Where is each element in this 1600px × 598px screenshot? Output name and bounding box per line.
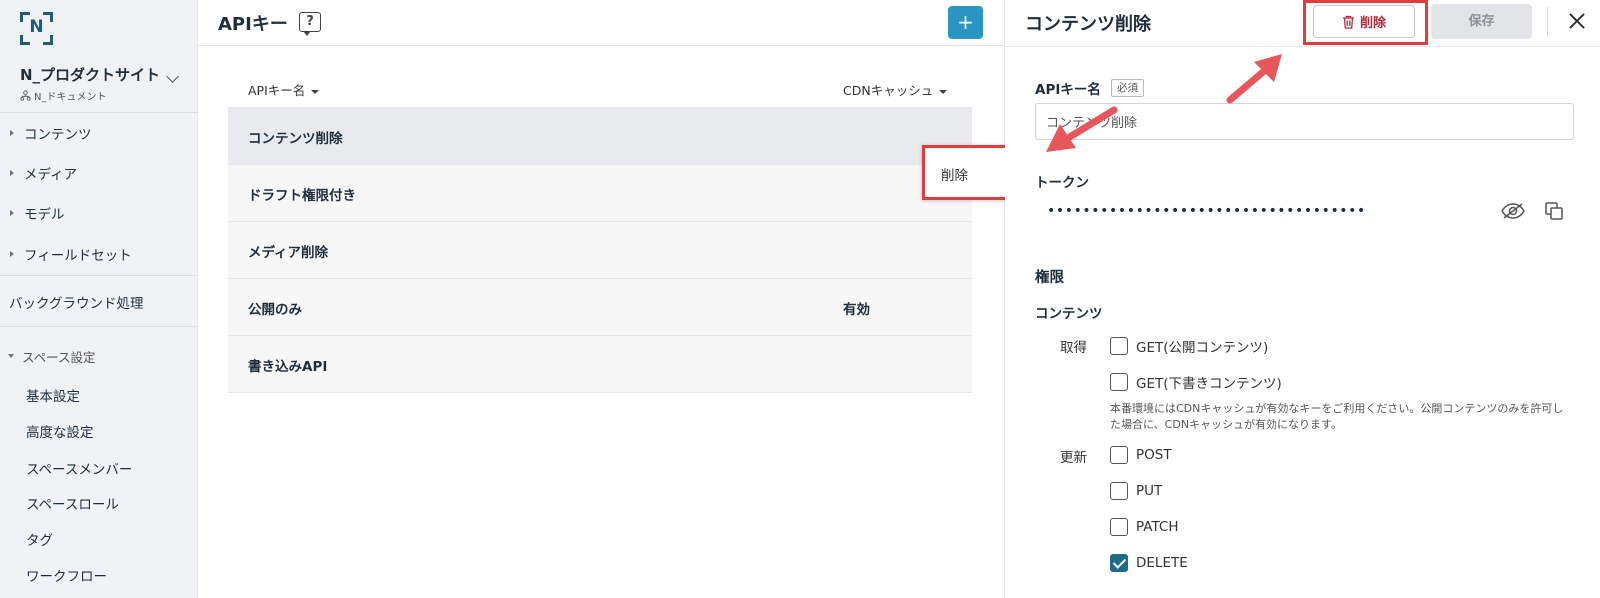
checkbox-get-draft[interactable]: GET(下書きコンテンツ)	[1110, 372, 1282, 392]
checkbox-label: PUT	[1136, 483, 1163, 499]
page-title: APIキー	[218, 14, 288, 35]
sidebar-item-content[interactable]: コンテンツ	[0, 119, 198, 147]
row-name: 公開のみ	[248, 302, 302, 318]
sidebar-subitem-advanced[interactable]: 高度な設定	[26, 421, 94, 441]
permissions-title: 権限	[1035, 270, 1064, 286]
table-row[interactable]: コンテンツ削除	[228, 108, 972, 165]
site-org: N_ドキュメント	[20, 88, 190, 103]
caret-right-icon	[10, 210, 14, 216]
column-header-label: APIキー名	[248, 83, 306, 98]
sort-down-icon	[939, 89, 948, 94]
site-name: N_プロダクトサイト	[20, 66, 161, 84]
logo-letter: N	[29, 17, 44, 37]
sidebar-item-label: コンテンツ	[24, 127, 92, 143]
sidebar-item-media[interactable]: メディア	[0, 159, 198, 187]
checkbox-label: GET(下書きコンテンツ)	[1136, 376, 1282, 392]
checkbox-delete[interactable]: DELETE	[1110, 554, 1188, 572]
checkbox-patch[interactable]: PATCH	[1110, 518, 1179, 536]
checkbox[interactable]	[1110, 373, 1128, 391]
add-api-key-button[interactable]: +	[948, 6, 983, 39]
checkbox-label: POST	[1136, 447, 1172, 463]
sidebar-subitem-tags[interactable]: タグ	[26, 529, 53, 549]
divider	[0, 326, 198, 327]
column-header-name[interactable]: APIキー名	[248, 80, 320, 99]
trash-icon	[1342, 15, 1354, 29]
sidebar-item-background-jobs[interactable]: バックグラウンド処理	[9, 292, 143, 312]
checkbox[interactable]	[1110, 337, 1128, 355]
table-row[interactable]: メディア削除	[228, 222, 972, 279]
main-header: APIキー ? +	[198, 0, 1005, 46]
context-menu-delete[interactable]: 削除	[941, 164, 968, 184]
api-key-name-label: APIキー名	[1035, 82, 1101, 98]
sidebar-item-space-settings[interactable]: スペース設定	[0, 342, 198, 370]
detail-title: コンテンツ削除	[1025, 14, 1151, 35]
row-name: 書き込みAPI	[248, 359, 328, 375]
table-row[interactable]: 公開のみ 有効	[228, 279, 972, 336]
sidebar-subitem-roles[interactable]: スペースロール	[26, 493, 119, 513]
save-button[interactable]: 保存	[1431, 4, 1532, 39]
caret-right-icon	[10, 170, 14, 176]
checkbox-label: DELETE	[1136, 555, 1188, 571]
token-value: ••••••••••••••••••••••••••••••••••••	[1047, 203, 1366, 219]
checkbox[interactable]	[1110, 482, 1128, 500]
row-name: メディア削除	[248, 245, 329, 261]
sidebar-subitem-members[interactable]: スペースメンバー	[26, 458, 132, 478]
sidebar-item-fieldset[interactable]: フィールドセット	[0, 240, 198, 268]
caret-right-icon	[10, 130, 14, 136]
sort-down-icon	[311, 89, 320, 94]
site-org-label: N_ドキュメント	[34, 92, 107, 103]
api-key-list-pane: APIキー ? + APIキー名 CDNキャッシュ コンテンツ削除 ドラフト権限…	[198, 0, 1005, 598]
column-header-cdn[interactable]: CDNキャッシュ	[843, 80, 948, 99]
divider	[0, 275, 198, 276]
divider	[1547, 7, 1548, 37]
caret-right-icon	[10, 251, 14, 257]
row-name: ドラフト権限付き	[248, 188, 356, 204]
divider	[1005, 46, 1600, 47]
content-permissions-title: コンテンツ	[1035, 306, 1103, 322]
sidebar-subitem-basic[interactable]: 基本設定	[26, 385, 80, 405]
sidebar-item-label: スペース設定	[22, 349, 96, 365]
help-icon[interactable]: ?	[299, 12, 321, 36]
sidebar-subitem-workflow[interactable]: ワークフロー	[26, 565, 107, 585]
table-row[interactable]: ドラフト権限付き	[228, 165, 972, 222]
checkbox[interactable]	[1110, 518, 1128, 536]
sidebar-item-label: フィールドセット	[24, 248, 132, 264]
sidebar: N N_プロダクトサイト N_ドキュメント コンテンツ メディア モデル フィー…	[0, 0, 198, 598]
checkbox[interactable]	[1110, 446, 1128, 464]
copy-icon[interactable]	[1544, 201, 1564, 221]
delete-button-label: 削除	[1359, 16, 1386, 31]
divider	[0, 112, 198, 113]
sidebar-item-label: モデル	[24, 207, 65, 223]
delete-button[interactable]: 削除	[1313, 5, 1415, 38]
api-key-table: コンテンツ削除 ドラフト権限付き メディア削除 公開のみ 有効 書き込みAPI	[228, 107, 972, 393]
required-badge: 必須	[1111, 79, 1144, 97]
checkbox-get-public[interactable]: GET(公開コンテンツ)	[1110, 336, 1268, 356]
checkbox-post[interactable]: POST	[1110, 446, 1172, 464]
checkbox-label: PATCH	[1136, 519, 1179, 535]
sidebar-item-label: メディア	[24, 167, 78, 183]
row-cdn: 有効	[843, 302, 870, 318]
update-category-label: 更新	[1060, 450, 1087, 466]
column-header-label: CDNキャッシュ	[843, 83, 934, 98]
logo[interactable]: N	[20, 12, 53, 45]
get-category-label: 取得	[1060, 340, 1087, 356]
api-key-name-input[interactable]	[1035, 103, 1574, 140]
checkbox-checked[interactable]	[1110, 554, 1128, 572]
checkbox-put[interactable]: PUT	[1110, 482, 1162, 500]
org-icon	[20, 90, 31, 101]
caret-down-icon	[8, 354, 14, 358]
close-icon[interactable]	[1566, 10, 1588, 32]
table-row[interactable]: 書き込みAPI	[228, 336, 972, 393]
checkbox-label: GET(公開コンテンツ)	[1136, 340, 1269, 356]
token-label: トークン	[1035, 175, 1089, 191]
site-switcher[interactable]: N_プロダクトサイト N_ドキュメント	[20, 64, 190, 103]
cdn-note: 本番環境にはCDNキャッシュが有効なキーをご利用ください。公開コンテンツのみを許…	[1110, 402, 1564, 431]
eye-off-icon[interactable]	[1500, 202, 1526, 220]
row-name: コンテンツ削除	[248, 131, 343, 147]
sidebar-item-model[interactable]: モデル	[0, 199, 198, 227]
